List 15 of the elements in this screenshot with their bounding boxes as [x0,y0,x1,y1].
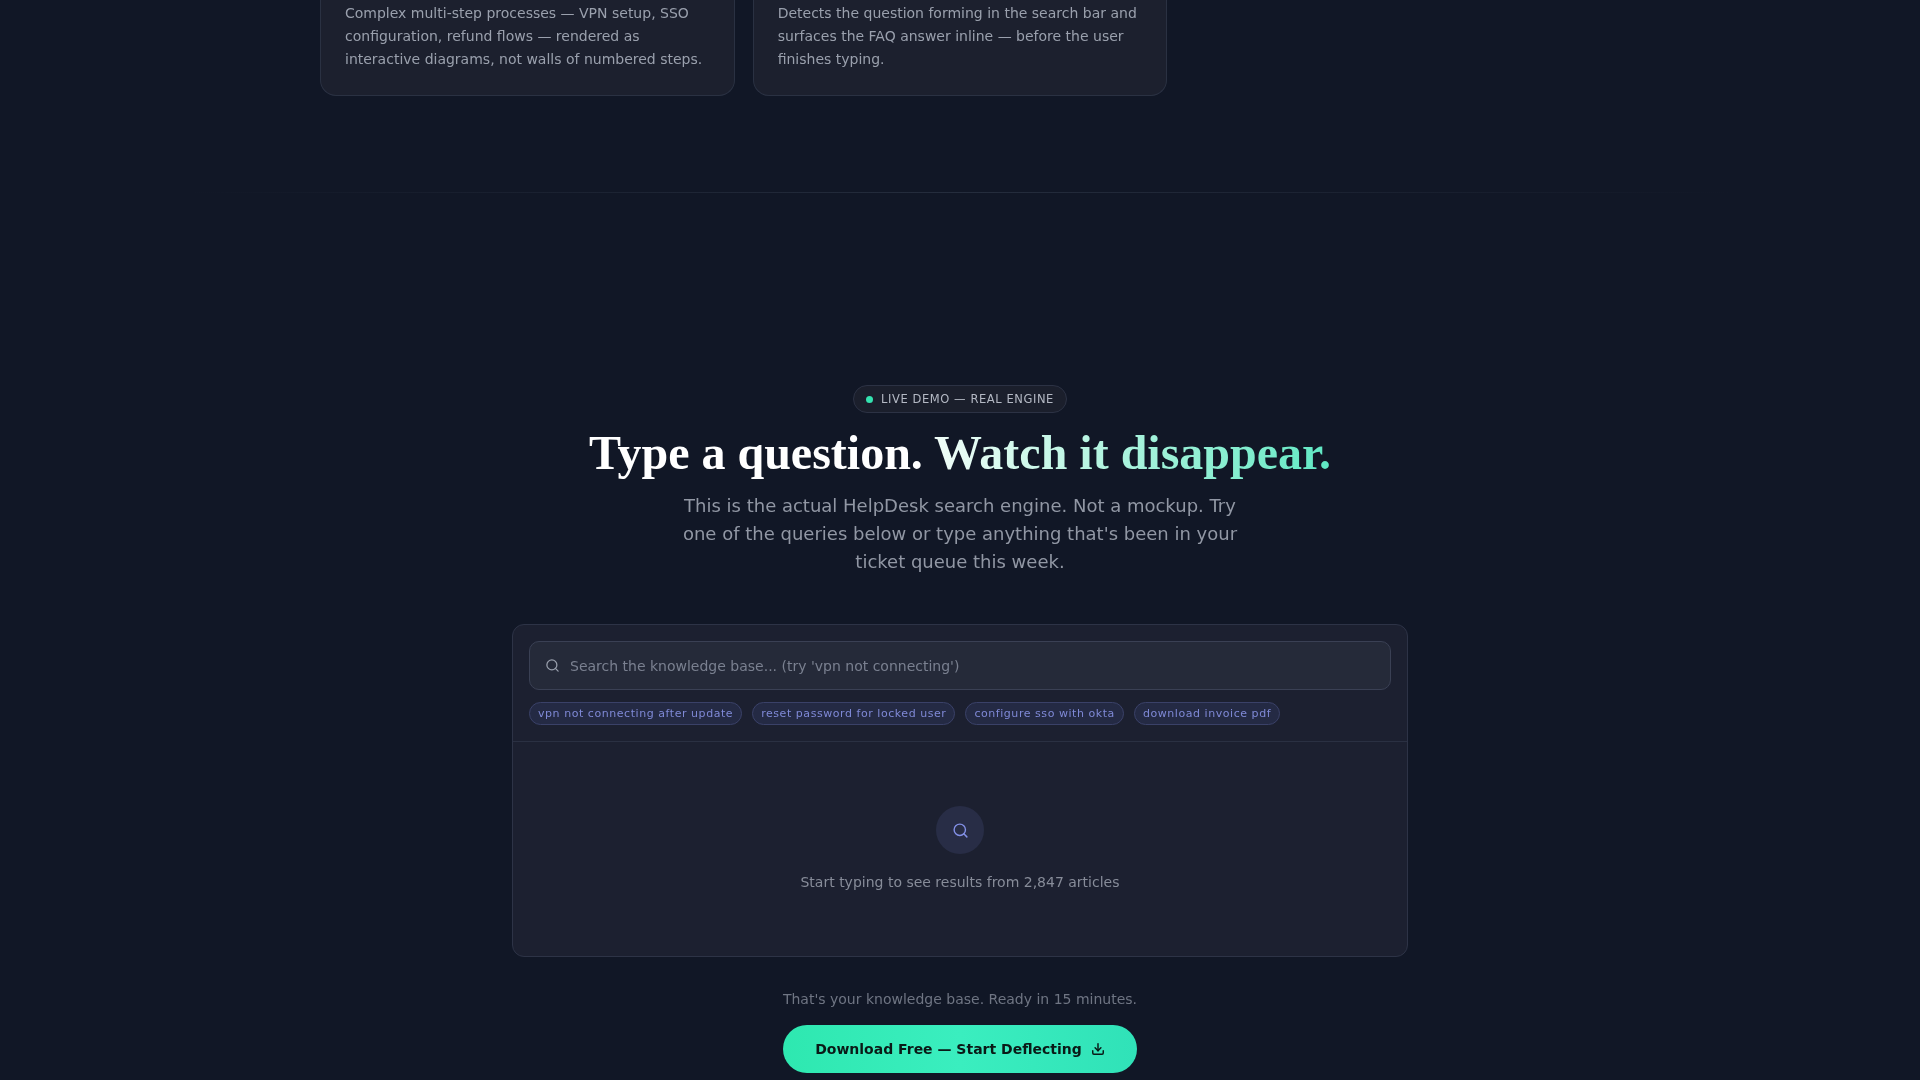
section-description: This is the actual HelpDesk search engine. Not a mockup. Try one of the queries below or type anything that's been in your ticket queue this week. [681,494,1239,574]
suggestion-chip[interactable]: reset password for locked user [752,702,956,725]
download-button[interactable]: Download Free — Start Deflecting [783,1025,1137,1073]
suggestion-chip[interactable]: configure sso with okta [965,702,1124,725]
download-icon [1090,1042,1105,1056]
footer-note: That's your knowledge base. Ready in 15 minutes. [782,990,1138,1009]
suggestion-chip[interactable]: vpn not connecting after update [529,702,743,725]
card-description: Detects the question forming in the search bar and surfaces the FAQ answer inline — before the user finishes typing. [777,4,1138,69]
suggestion-chip[interactable]: download invoice pdf [1133,702,1281,725]
search-field[interactable]: Search the knowledge base... (try 'vpn not connecting') [529,641,1391,690]
empty-state-message: Start typing to see results from 2,847 articles [800,873,1120,892]
badge-label: LIVE DEMO — REAL ENGINE [881,391,1054,407]
search-icon [545,658,560,673]
search-icon [936,806,984,854]
card-description: Complex multi-step processes — VPN setup, SSO configuration, refund flows — rendered as interactive diagrams, not walls of numbered steps. [345,4,704,69]
